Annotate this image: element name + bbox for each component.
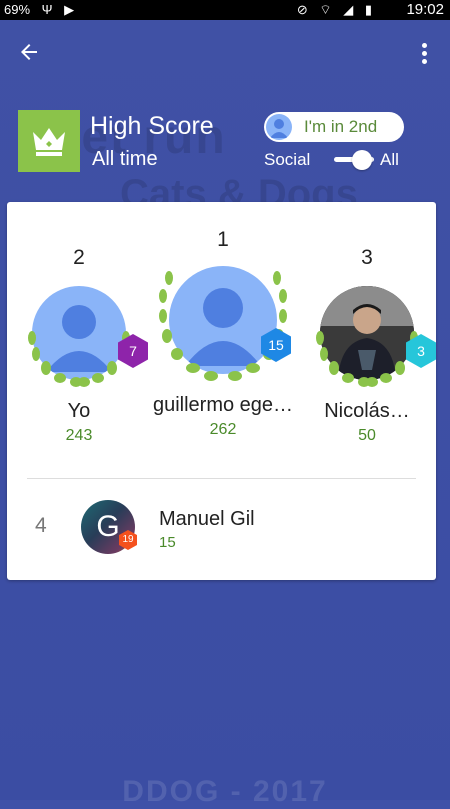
period-label: All time	[92, 148, 158, 170]
player-score: 50	[358, 427, 376, 444]
back-button[interactable]	[14, 40, 44, 70]
battery-percent: 69%	[4, 2, 31, 17]
status-bar: 69% Ψ ▶ ⊘ ⌔ ◢ ▮ 19:02	[0, 0, 450, 20]
avatar-icon	[266, 114, 292, 140]
player-score: 15	[159, 534, 176, 551]
page-title: High Score	[90, 112, 214, 140]
toggle-label-social: Social	[264, 150, 311, 169]
player-score: 243	[65, 427, 93, 444]
laurel-icon	[159, 271, 287, 381]
rank-number: 3	[361, 246, 373, 269]
podium-rank-2[interactable]: 2 7 Yo 243	[9, 246, 149, 445]
divider	[27, 478, 416, 479]
podium-rank-3[interactable]: 3 3 Nicolás… 50	[297, 246, 437, 445]
overflow-menu-button[interactable]	[416, 40, 432, 70]
arrow-back-icon	[21, 44, 37, 60]
my-rank-button[interactable]: I'm in 2nd	[264, 112, 404, 142]
bg-footer: DDOG - 2017	[122, 775, 328, 808]
podium-rank-1[interactable]: 1 15 guillermo ege… 262	[151, 228, 295, 439]
player-name: Yo	[67, 400, 91, 422]
rank-number: 2	[73, 246, 85, 269]
dot	[421, 59, 427, 64]
player-name: Nicolás…	[324, 400, 410, 422]
signal-icon: ◢	[343, 2, 354, 17]
avatar: 3	[312, 282, 436, 392]
wifi-icon: ⌔	[319, 2, 332, 17]
crown-icon	[18, 110, 80, 172]
rank-number: 1	[217, 228, 229, 251]
avatar: 15	[155, 260, 291, 384]
dot	[421, 43, 427, 48]
social-all-toggle[interactable]: Social All	[264, 150, 414, 172]
battery-icon: ▮	[364, 2, 372, 17]
player-name: guillermo ege…	[152, 394, 294, 416]
leaderboard-card: 2 7 Yo 243 1 15 guillermo ege… 262 3 3 N…	[7, 202, 436, 580]
clock: 19:02	[406, 1, 444, 18]
dot	[421, 51, 427, 56]
laurel-icon	[316, 331, 418, 387]
toggle-label-all: All	[380, 150, 399, 169]
avatar: 7	[24, 282, 148, 392]
leaderboard-row[interactable]: 4 G 19 Manuel Gil 15	[7, 498, 436, 558]
mute-icon: ⊘	[296, 2, 308, 17]
video-icon: ▶	[64, 2, 75, 17]
laurel-icon	[28, 331, 130, 387]
rank-number: 4	[35, 514, 47, 537]
toggle-knob[interactable]	[352, 150, 372, 170]
player-name: Manuel Gil	[159, 508, 255, 530]
usb-icon: Ψ	[41, 2, 53, 17]
my-rank-label: I'm in 2nd	[304, 117, 378, 136]
player-score: 262	[209, 421, 237, 438]
